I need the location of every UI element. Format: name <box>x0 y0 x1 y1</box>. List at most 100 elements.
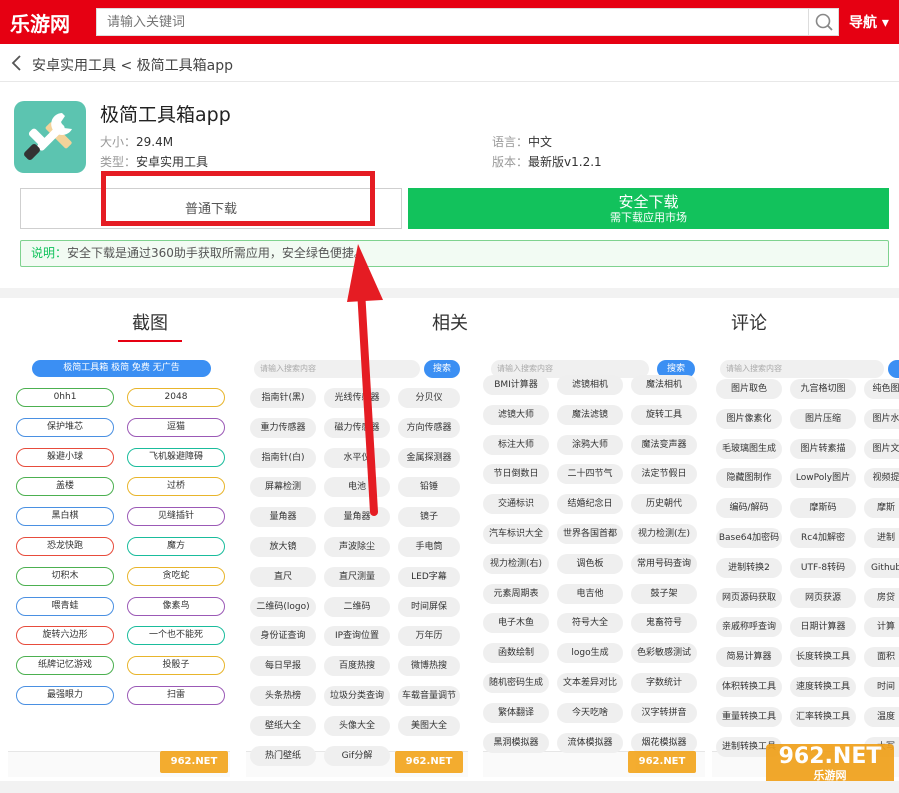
tool-item: 编码/解码 <box>716 498 782 519</box>
nav-menu-button[interactable]: 导航 ▾ <box>849 12 889 32</box>
tool-item: 时间屏保 <box>398 596 460 617</box>
tool-item: 今天吃啥 <box>557 702 623 723</box>
tool-item: 滤镜相机 <box>557 375 623 395</box>
tool-item: 面积 <box>864 647 899 668</box>
tool-item: 量角器 <box>250 507 316 528</box>
tool-item: 隐藏图制作 <box>716 468 782 489</box>
screenshot-2[interactable]: 请输入搜索内容 搜索 指南针(黑) 光线传感器 分贝仪 重力传感器 磁力传感器 方向传感器… <box>246 352 468 777</box>
app-version: 版本：最新版v1.2.1 <box>492 155 602 169</box>
tool-item: 进制转换2 <box>716 557 782 578</box>
tool-item: 视力检测(右) <box>483 553 549 574</box>
tool-item: 鼓子架 <box>631 583 697 604</box>
search-box <box>96 8 839 36</box>
tool-item: 直尺测量 <box>324 566 390 587</box>
tool-item: 二维码(logo) <box>250 596 316 617</box>
safe-download-button[interactable]: 安全下载 需下载应用市场 <box>408 188 889 229</box>
tool-item: IP查询位置 <box>324 626 390 647</box>
search-button[interactable] <box>808 9 838 35</box>
tab-screenshots[interactable]: 截图 <box>132 309 168 335</box>
tool-item: 元素周期表 <box>483 583 549 604</box>
tool-item: 毛玻璃图生成 <box>716 438 782 459</box>
screenshot-1[interactable]: 极简工具箱 极简 免费 无广告 0hh1 2048 保护堆芯 逗猫 躲避小球 飞机躲避障碍… <box>8 352 230 777</box>
tool-item: 金属探测器 <box>398 447 460 468</box>
breadcrumb: 安卓实用工具 < 极简工具箱app <box>0 44 899 82</box>
tool-item: 随机密码生成 <box>483 673 549 693</box>
tool-item: 旋转工具 <box>631 404 697 425</box>
search-input[interactable] <box>97 9 809 35</box>
game-item: 旋转六边形 <box>16 626 114 646</box>
tool-item: 鬼畜符号 <box>631 613 697 634</box>
tool-item: 图片转素描 <box>790 438 856 459</box>
tool-item: 分贝仪 <box>398 388 460 408</box>
tool-item: 直尺 <box>250 566 316 587</box>
game-item: 喂青蛙 <box>16 596 114 616</box>
tool-item: 节日倒数日 <box>483 464 549 485</box>
tool-item: 电吉他 <box>557 583 623 604</box>
tool-item: Github <box>864 557 899 578</box>
tool-item: 网页源码获取 <box>716 587 782 608</box>
tool-item: 黑洞模拟器 <box>483 732 549 753</box>
game-item: 保护堆芯 <box>16 417 114 437</box>
tool-item: 速度转换工具 <box>790 677 856 697</box>
tool-item: 图片压缩 <box>790 408 856 429</box>
app-icon <box>14 101 86 173</box>
tool-item: 屏幕检测 <box>250 477 316 498</box>
game-item: 贪吃蛇 <box>127 566 225 586</box>
game-item: 像素鸟 <box>127 596 225 616</box>
tool-item: 放大镜 <box>250 537 316 557</box>
tool-item: 魔法相机 <box>631 375 697 395</box>
tool-item: 符号大全 <box>557 613 623 634</box>
tools-icon <box>24 113 72 160</box>
tool-item: 字数统计 <box>631 673 697 693</box>
game-item: 纸牌记忆游戏 <box>16 656 114 676</box>
tool-item: Rc4加解密 <box>790 528 856 548</box>
tool-item: 视频提 <box>864 468 899 489</box>
game-item: 魔方 <box>127 537 225 556</box>
tool-item: 声波除尘 <box>324 537 390 557</box>
screenshot-3[interactable]: 请输入搜索内容 搜索 BMI计算器 滤镜相机 魔法相机 滤镜大师 魔法滤镜 旋转工具 标注大… <box>483 352 705 777</box>
site-logo[interactable]: 乐游网 <box>10 8 70 37</box>
game-item: 0hh1 <box>16 388 114 407</box>
tool-item: 涂鸦大师 <box>557 434 623 455</box>
tool-item: 量角器 <box>324 507 390 528</box>
tool-item: 结婚纪念日 <box>557 494 623 515</box>
tool-item: 电池 <box>324 477 390 498</box>
tool-item: Gif分解 <box>324 745 390 766</box>
tool-item: 交通标识 <box>483 494 549 515</box>
game-item: 飞机躲避障碍 <box>127 447 225 467</box>
tab-comments[interactable]: 评论 <box>731 309 767 335</box>
screenshot-4[interactable]: 请输入搜索内容 图片取色 九宫格切图 纯色图 图片像素化 图片压缩 图片水 毛玻璃图生成 图片… <box>712 352 899 777</box>
search-icon <box>815 13 833 31</box>
tool-item: 函数绘制 <box>483 643 549 664</box>
breadcrumb-text[interactable]: 安卓实用工具 < 极简工具箱app <box>32 55 233 75</box>
app-language: 语言：中文 <box>492 135 553 149</box>
app-banner: 极简工具箱 极简 免费 无广告 <box>32 360 211 377</box>
mini-search-button: 搜索 <box>424 360 460 378</box>
tool-item: 繁体翻译 <box>483 702 549 723</box>
tool-item: 世界各国首都 <box>557 524 623 544</box>
tool-item: LowPoly图片 <box>790 468 856 489</box>
app-size: 大小：29.4M <box>100 135 174 149</box>
tool-item: 方向传感器 <box>398 417 460 438</box>
tool-item: 重力传感器 <box>250 417 316 438</box>
mini-search-input: 请输入搜索内容 <box>254 360 420 378</box>
back-chevron-icon[interactable] <box>10 54 24 72</box>
tool-item: 长度转换工具 <box>790 647 856 668</box>
tool-item: 美图大全 <box>398 715 460 736</box>
tab-related[interactable]: 相关 <box>432 309 468 335</box>
game-item: 见缝插针 <box>127 507 225 527</box>
tool-item: 汇率转换工具 <box>790 706 856 727</box>
tool-item: 常用号码查询 <box>631 553 697 574</box>
tool-item: 垃圾分类查询 <box>324 686 390 706</box>
tool-item: 滤镜大师 <box>483 404 549 425</box>
game-item: 2048 <box>127 388 225 407</box>
tool-item: 头条热榜 <box>250 686 316 706</box>
game-item: 逗猫 <box>127 417 225 437</box>
tool-item: 铅锤 <box>398 477 460 498</box>
tool-item: 标注大师 <box>483 434 549 455</box>
tool-item: 车载音量调节 <box>398 686 460 706</box>
game-item: 切积木 <box>16 566 114 586</box>
tool-item: BMI计算器 <box>483 375 549 395</box>
tool-item: 日期计算器 <box>790 617 856 638</box>
tool-item: 图片像素化 <box>716 408 782 429</box>
